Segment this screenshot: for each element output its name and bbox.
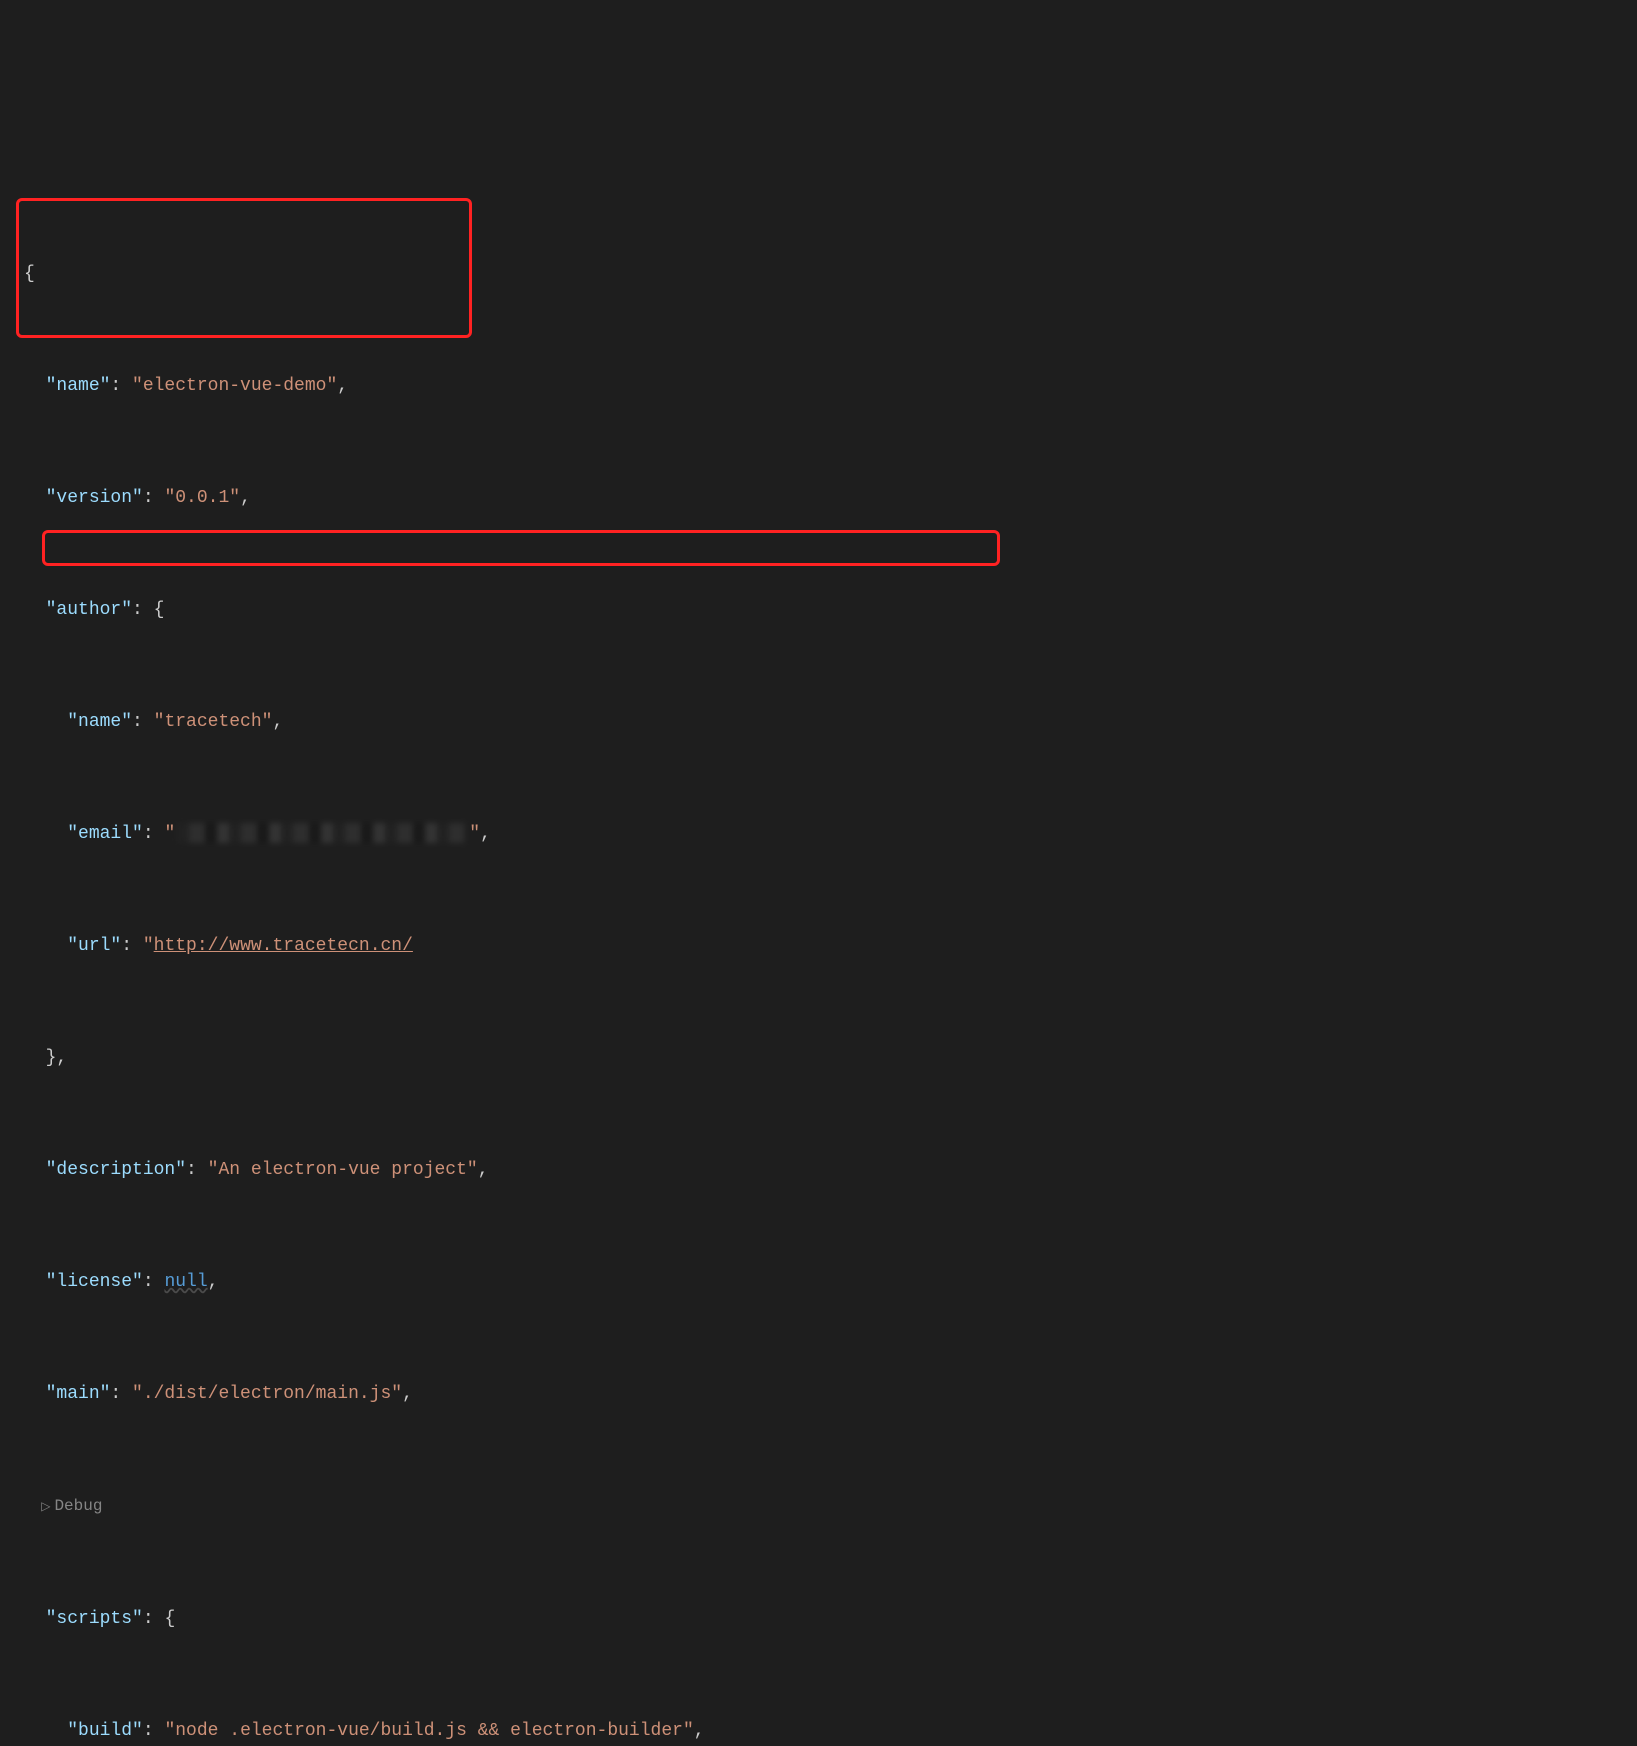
code-line[interactable]: "scripts": {: [16, 1605, 1637, 1633]
codelens-label: Debug: [54, 1497, 102, 1515]
json-key: "main": [46, 1384, 111, 1404]
json-string: "./dist/electron/main.js": [132, 1384, 402, 1404]
json-string: "electron-vue-demo": [132, 376, 337, 396]
json-string: "0.0.1": [164, 488, 240, 508]
redacted-email: [177, 823, 467, 843]
json-key: "build": [67, 1721, 143, 1741]
code-line[interactable]: "name": "electron-vue-demo",: [16, 372, 1637, 400]
code-line[interactable]: },: [16, 1044, 1637, 1072]
code-line[interactable]: "name": "tracetech",: [16, 708, 1637, 736]
code-line[interactable]: "description": "An electron-vue project"…: [16, 1156, 1637, 1184]
json-key: "url": [67, 936, 121, 956]
json-string: "node .electron-vue/build.js && electron…: [164, 1721, 693, 1741]
code-line[interactable]: "build": "node .electron-vue/build.js &&…: [16, 1717, 1637, 1745]
json-key: "email": [67, 824, 143, 844]
brace-open: {: [24, 264, 35, 284]
json-key: "version": [46, 488, 143, 508]
highlight-box-build-linux: [42, 530, 1000, 566]
brace-close: },: [46, 1048, 68, 1068]
code-editor[interactable]: { "name": "electron-vue-demo", "version"…: [0, 112, 1637, 1746]
code-line[interactable]: {: [16, 260, 1637, 288]
code-line[interactable]: "author": {: [16, 596, 1637, 624]
json-key: "author": [46, 600, 132, 620]
code-line[interactable]: "email": "",: [16, 820, 1637, 848]
json-string: "tracetech": [154, 712, 273, 732]
code-line[interactable]: "url": "http://www.tracetecn.cn/: [16, 932, 1637, 960]
codelens-debug[interactable]: ▷Debug: [16, 1492, 1637, 1521]
json-key: "license": [46, 1272, 143, 1292]
json-key: "name": [67, 712, 132, 732]
json-null: null: [164, 1272, 207, 1292]
code-line[interactable]: "license": null,: [16, 1268, 1637, 1296]
code-line[interactable]: "main": "./dist/electron/main.js",: [16, 1380, 1637, 1408]
json-key: "scripts": [46, 1609, 143, 1629]
json-key: "name": [46, 376, 111, 396]
json-string: "An electron-vue project": [208, 1160, 478, 1180]
url-link[interactable]: http://www.tracetecn.cn/: [154, 936, 413, 956]
json-key: "description": [46, 1160, 186, 1180]
code-line[interactable]: "version": "0.0.1",: [16, 484, 1637, 512]
play-icon: ▷: [41, 1493, 50, 1521]
